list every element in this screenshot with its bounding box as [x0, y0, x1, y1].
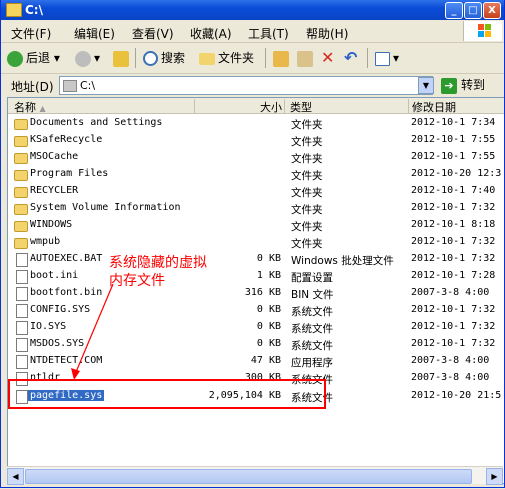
- annotation-text: 系统隐藏的虚拟 内存文件: [109, 254, 207, 290]
- scroll-left-button[interactable]: ◀: [7, 468, 24, 485]
- explorer-window: C:\ _ □ X 文件(F) 编辑(E) 查看(V) 收藏(A) 工具(T) …: [0, 0, 505, 488]
- horizontal-scrollbar[interactable]: ◀ ▶: [7, 466, 503, 485]
- annotation-line-2: 内存文件: [109, 273, 165, 289]
- annotation-arrow: [71, 283, 114, 380]
- scroll-thumb[interactable]: [25, 469, 472, 484]
- annotation-line-1: 系统隐藏的虚拟: [109, 255, 207, 271]
- scroll-right-button[interactable]: ▶: [486, 468, 503, 485]
